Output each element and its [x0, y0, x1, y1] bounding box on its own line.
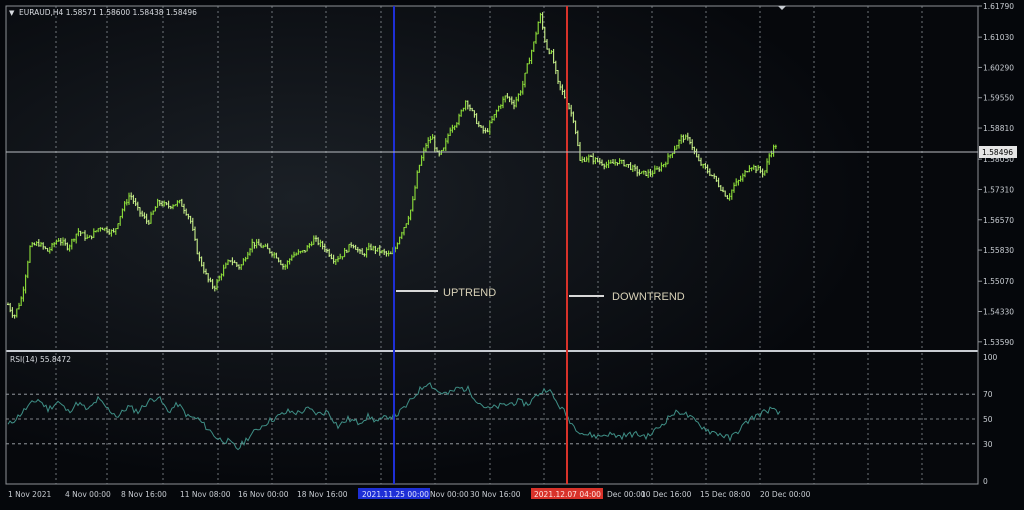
price-tick-label: 1.60290 [983, 63, 1014, 72]
time-tick-label: 11 Nov 08:00 [180, 490, 231, 499]
plot-background [6, 6, 978, 484]
downtrend-annotation: DOWNTREND [612, 291, 685, 303]
rsi-tick-label: 30 [983, 440, 993, 449]
time-tick-label: 1 Nov 2021 [8, 490, 51, 499]
forex-chart: 1.617901.610301.602901.595501.588101.580… [0, 0, 1024, 510]
price-tick-label: 1.55070 [983, 277, 1014, 286]
rsi-tick-label: 100 [983, 353, 998, 362]
time-tick-label: 15 Dec 08:00 [700, 490, 751, 499]
price-tick-label: 1.55830 [983, 246, 1014, 255]
rsi-tick-label: 70 [983, 390, 993, 399]
chart-title: EURAUD,H4 1.58571 1.58600 1.58438 1.5849… [19, 8, 197, 17]
time-tick-label: 16 Nov 00:00 [238, 490, 289, 499]
price-tick-label: 1.61030 [983, 33, 1014, 42]
price-tick-label: 1.59550 [983, 94, 1014, 103]
time-tick-label: 20 Dec 00:00 [760, 490, 811, 499]
time-tick-label: 18 Nov 16:00 [297, 490, 348, 499]
uptrend-date-label: 2021.11.25 00:00 [362, 490, 429, 499]
price-tick-label: 1.61790 [983, 2, 1014, 11]
price-tick-label: 1.53590 [983, 338, 1014, 347]
time-tick-label: 4 Nov 00:00 [65, 490, 111, 499]
downtrend-date-label: 2021.12.07 04:00 [534, 490, 601, 499]
uptrend-annotation: UPTREND [443, 287, 496, 299]
current-price-label: 1.58496 [982, 148, 1013, 157]
price-tick-label: 1.56570 [983, 216, 1014, 225]
rsi-tick-label: 50 [983, 415, 993, 424]
time-tick-label: Nov 00:00 [430, 490, 469, 499]
price-tick-label: 1.57310 [983, 185, 1014, 194]
price-tick-label: 1.54330 [983, 308, 1014, 317]
time-tick-label: 10 Dec 16:00 [641, 490, 692, 499]
time-tick-label: 30 Nov 16:00 [470, 490, 521, 499]
chart-dropdown-icon[interactable]: ▼ [9, 9, 15, 17]
time-tick-label: 8 Nov 16:00 [121, 490, 167, 499]
rsi-tick-label: 0 [983, 477, 988, 486]
price-tick-label: 1.58810 [983, 124, 1014, 133]
time-tick-label: Dec 00:00 [607, 490, 646, 499]
rsi-title: RSI(14) 55.8472 [10, 355, 71, 364]
